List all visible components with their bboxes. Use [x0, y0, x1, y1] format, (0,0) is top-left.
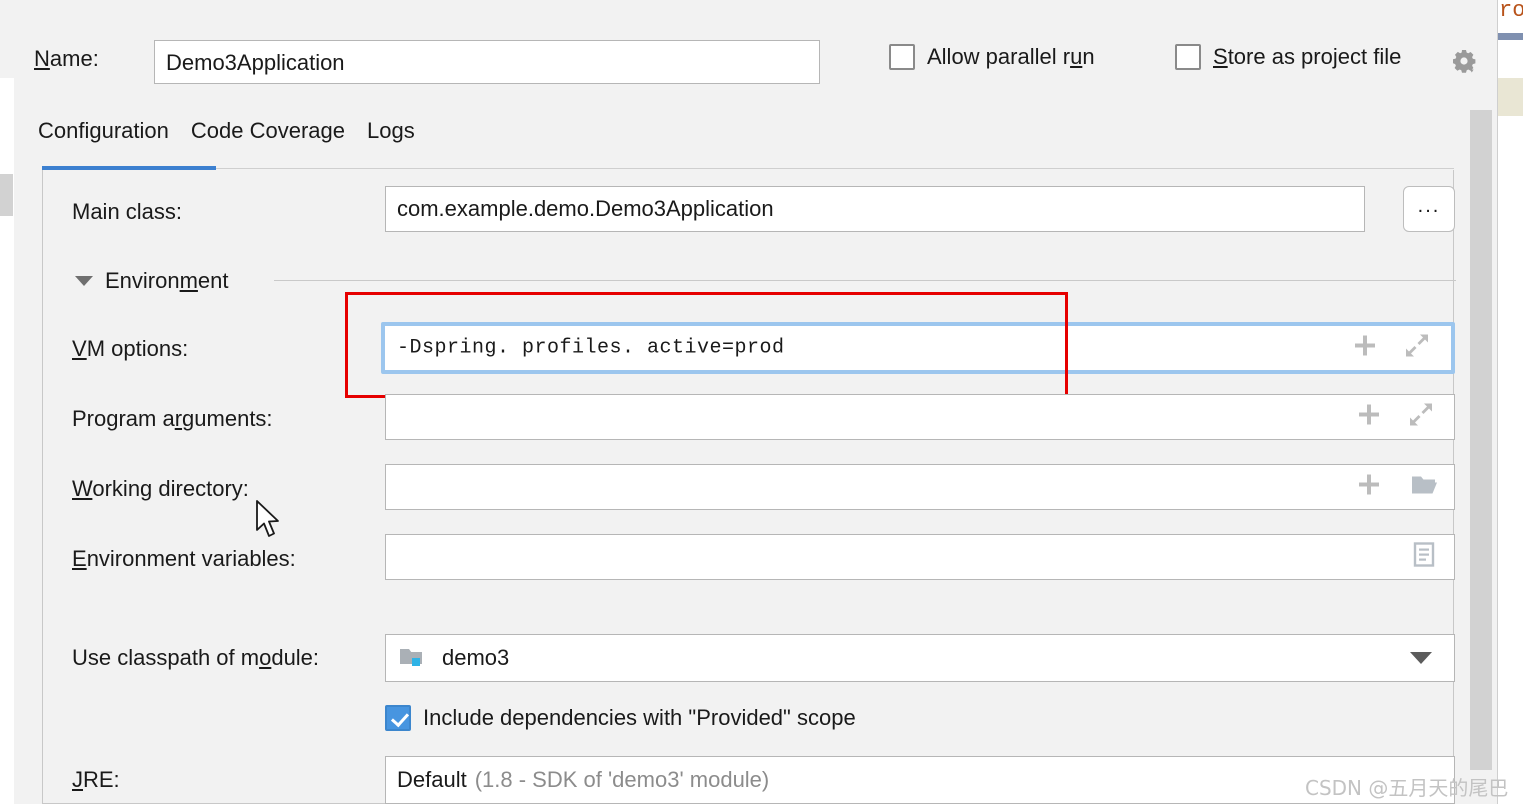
- module-folder-icon: [398, 645, 428, 671]
- tab-code-coverage[interactable]: Code Coverage: [191, 118, 345, 144]
- left-tool-strip: [0, 78, 15, 804]
- allow-parallel-run-label: Allow parallel run: [927, 44, 1095, 69]
- mouse-cursor: [255, 500, 285, 542]
- expand-icon[interactable]: [1408, 402, 1434, 433]
- vm-options-label: VM options:: [72, 336, 189, 361]
- editor-selection-band: [1498, 33, 1523, 40]
- module-combo-value: demo3: [442, 645, 510, 670]
- name-input-value: Demo3Application: [166, 50, 345, 75]
- expand-icon[interactable]: [1404, 333, 1430, 364]
- include-provided-scope-checkbox[interactable]: Include dependencies with "Provided" sco…: [385, 705, 856, 731]
- program-arguments-label: Program arguments:: [72, 406, 273, 431]
- main-class-label: Main class:: [72, 199, 183, 224]
- store-as-project-file-checkbox[interactable]: Store as project file: [1175, 44, 1401, 70]
- checkbox-icon[interactable]: [1175, 44, 1201, 70]
- jre-label: JRE:: [72, 767, 120, 792]
- jre-value-primary: Default: [397, 767, 467, 792]
- module-combo[interactable]: demo3: [385, 634, 1455, 682]
- dialog-body: Name: Demo3Application Allow parallel ru…: [14, 0, 1497, 804]
- left-scrollbar-thumb[interactable]: [0, 174, 13, 216]
- checkbox-icon[interactable]: [385, 705, 411, 731]
- background-editor-sliver: ro: [1497, 0, 1523, 804]
- tab-configuration[interactable]: Configuration: [38, 118, 169, 144]
- environment-variables-input[interactable]: [385, 534, 1455, 580]
- environment-section-title: Environment: [105, 268, 229, 293]
- plus-icon[interactable]: [1356, 472, 1382, 503]
- main-class-value: com.example.demo.Demo3Application: [397, 196, 774, 221]
- jre-combo[interactable]: Default (1.8 - SDK of 'demo3' module): [385, 756, 1455, 804]
- use-classpath-of-module-label: Use classpath of module:: [72, 645, 320, 670]
- triangle-down-icon[interactable]: [75, 276, 93, 286]
- vm-options-input[interactable]: -Dspring. profiles. active=prod: [381, 322, 1455, 374]
- checkbox-icon[interactable]: [889, 44, 915, 70]
- include-provided-scope-label: Include dependencies with "Provided" sco…: [423, 705, 856, 730]
- configuration-panel: Main class: com.example.demo.Demo3Applic…: [42, 170, 1456, 804]
- document-list-icon[interactable]: [1412, 542, 1436, 573]
- environment-section-header[interactable]: Environment: [75, 268, 229, 294]
- csdn-watermark: CSDN @五月天的尾巴: [1305, 776, 1509, 800]
- main-class-browse-button[interactable]: ...: [1403, 186, 1455, 232]
- environment-section-divider: [274, 280, 1456, 281]
- jre-value-secondary: (1.8 - SDK of 'demo3' module): [474, 767, 770, 792]
- name-label: Name:: [34, 46, 99, 71]
- main-class-input[interactable]: com.example.demo.Demo3Application: [385, 186, 1365, 232]
- panel-scrollbar-thumb[interactable]: [1470, 110, 1492, 770]
- plus-icon[interactable]: [1352, 333, 1378, 364]
- tab-bar: Configuration Code Coverage Logs: [38, 118, 437, 162]
- tab-logs[interactable]: Logs: [367, 118, 415, 144]
- name-label-mnemonic: N: [34, 46, 50, 71]
- vm-options-value: -Dspring. profiles. active=prod: [397, 336, 785, 360]
- gear-dropdown-icon[interactable]: [1450, 47, 1480, 77]
- plus-icon[interactable]: [1356, 402, 1382, 433]
- working-directory-input[interactable]: [385, 464, 1455, 510]
- chevron-down-icon[interactable]: [1410, 652, 1432, 664]
- store-as-project-file-label: Store as project file: [1213, 44, 1402, 69]
- run-configuration-dialog: ro Name: Demo3Application Allow parallel…: [0, 0, 1523, 804]
- folder-open-icon[interactable]: [1410, 472, 1438, 503]
- tab-baseline: [42, 168, 1454, 169]
- program-arguments-input[interactable]: [385, 394, 1455, 440]
- editor-code-fragment: ro: [1499, 0, 1523, 23]
- editor-highlight-band: [1498, 78, 1523, 116]
- environment-variables-label: Environment variables:: [72, 546, 296, 571]
- allow-parallel-run-checkbox[interactable]: Allow parallel run: [889, 44, 1095, 70]
- name-input[interactable]: Demo3Application: [154, 40, 820, 84]
- working-directory-label: Working directory:: [72, 476, 249, 501]
